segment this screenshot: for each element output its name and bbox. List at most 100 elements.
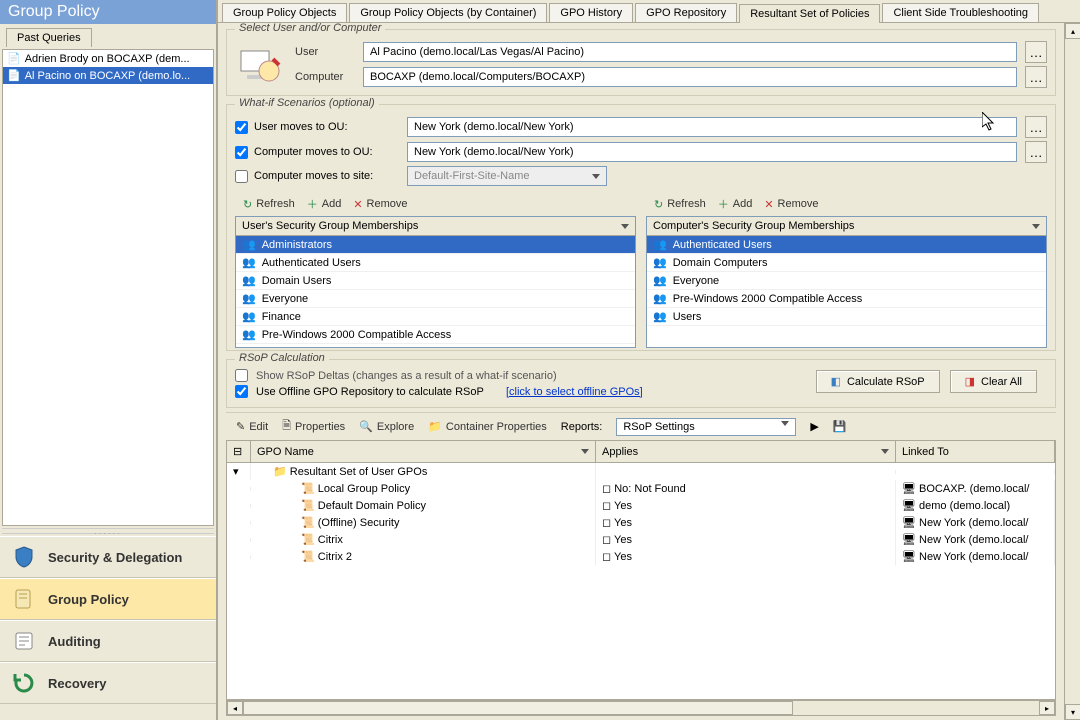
list-item[interactable]: 👥Everyone bbox=[236, 290, 635, 308]
select-offline-gpos-link[interactable]: [click to select offline GPOs] bbox=[506, 386, 643, 398]
refresh-icon: ↻ bbox=[243, 198, 252, 211]
list-item[interactable]: 👥Authenticated Users bbox=[236, 254, 635, 272]
user-membership-list[interactable]: User's Security Group Memberships 👥Admin… bbox=[235, 216, 636, 348]
list-item[interactable]: 👥Authenticated Users bbox=[647, 236, 1046, 254]
table-row[interactable]: 📜 Local Group Policy◻ No: Not Found🖥 BOC… bbox=[227, 480, 1055, 497]
clear-all-button[interactable]: ◨ Clear All bbox=[950, 370, 1037, 393]
reports-combo[interactable]: RSoP Settings bbox=[616, 418, 796, 436]
browse-user-button[interactable]: … bbox=[1025, 41, 1047, 63]
result-root-row[interactable]: ▾ 📁 Resultant Set of User GPOs bbox=[227, 463, 1055, 480]
applies-icon: ◻ bbox=[602, 551, 611, 563]
tab-gpo-by-container[interactable]: Group Policy Objects (by Container) bbox=[349, 3, 547, 22]
tab-client-troubleshoot[interactable]: Client Side Troubleshooting bbox=[882, 3, 1039, 22]
tab-gpo-repository[interactable]: GPO Repository bbox=[635, 3, 737, 22]
scroll-down-button[interactable]: ▾ bbox=[1065, 704, 1080, 720]
group-legend: Select User and/or Computer bbox=[235, 23, 385, 34]
query-item[interactable]: 📄 Al Pacino on BOCAXP (demo.lo... bbox=[3, 67, 213, 84]
user-moves-ou-field[interactable]: New York (demo.local/New York) bbox=[407, 117, 1017, 137]
nav-label: Auditing bbox=[48, 634, 101, 649]
group-icon: 👥 bbox=[242, 292, 256, 305]
splitter[interactable]: ······ bbox=[2, 528, 214, 534]
col-applies[interactable]: Applies bbox=[596, 441, 896, 462]
edit-button[interactable]: ✎Edit bbox=[236, 420, 268, 433]
list-item[interactable]: 👥Finance bbox=[236, 308, 635, 326]
list-item[interactable]: 👥Domain Users bbox=[236, 272, 635, 290]
results-grid[interactable]: ▾ 📁 Resultant Set of User GPOs 📜 Local G… bbox=[226, 463, 1056, 700]
select-user-computer-group: Select User and/or Computer User Al Paci… bbox=[226, 29, 1056, 96]
computer-moves-ou-checkbox[interactable]: Computer moves to OU: bbox=[235, 146, 399, 159]
list-item[interactable]: 👥Everyone bbox=[647, 272, 1046, 290]
checkbox[interactable] bbox=[235, 146, 248, 159]
add-button[interactable]: ＋Add bbox=[718, 196, 753, 212]
list-item[interactable]: 👥 Users bbox=[647, 308, 1046, 326]
list-item[interactable]: 👥Users bbox=[236, 344, 635, 347]
col-linked-to[interactable]: Linked To bbox=[896, 441, 1055, 462]
app-title: Group Policy bbox=[0, 0, 216, 24]
nav-group-policy[interactable]: Group Policy bbox=[0, 578, 216, 620]
user-moves-ou-checkbox[interactable]: User moves to OU: bbox=[235, 121, 399, 134]
table-row[interactable]: 📜 (Offline) Security◻ Yes🖥 New York (dem… bbox=[227, 514, 1055, 531]
refresh-button[interactable]: ↻Refresh bbox=[243, 198, 295, 211]
list-item[interactable]: 👥Administrators bbox=[236, 236, 635, 254]
horizontal-scrollbar[interactable]: ◂ ▸ bbox=[226, 700, 1056, 716]
chevron-down-icon bbox=[581, 449, 589, 454]
report-run-icon[interactable]: ▶ bbox=[810, 420, 818, 433]
past-queries-list[interactable]: 📄 Adrien Brody on BOCAXP (dem... 📄 Al Pa… bbox=[2, 49, 214, 526]
nav-label: Security & Delegation bbox=[48, 550, 182, 565]
chevron-down-icon[interactable] bbox=[621, 224, 629, 229]
remove-button[interactable]: ✕Remove bbox=[353, 198, 407, 211]
col-gpo-name[interactable]: GPO Name bbox=[251, 441, 596, 462]
browse-button[interactable]: … bbox=[1025, 116, 1047, 138]
item-label: Finance bbox=[262, 311, 301, 323]
browse-computer-button[interactable]: … bbox=[1025, 66, 1047, 88]
list-item[interactable]: 👥Pre-Windows 2000 Compatible Access bbox=[647, 290, 1046, 308]
calc-icon: ◧ bbox=[831, 375, 841, 388]
query-item[interactable]: 📄 Adrien Brody on BOCAXP (dem... bbox=[3, 50, 213, 67]
tab-gpo-objects[interactable]: Group Policy Objects bbox=[222, 3, 347, 22]
add-button[interactable]: ＋Add bbox=[307, 196, 342, 212]
computer-field[interactable]: BOCAXP (demo.local/Computers/BOCAXP) bbox=[363, 67, 1017, 87]
use-offline-checkbox[interactable] bbox=[235, 385, 248, 398]
explore-button[interactable]: 🔍Explore bbox=[359, 420, 414, 433]
computer-moves-ou-field[interactable]: New York (demo.local/New York) bbox=[407, 142, 1017, 162]
refresh-button[interactable]: ↻Refresh bbox=[654, 198, 706, 211]
show-deltas-checkbox[interactable] bbox=[235, 369, 248, 382]
checkbox-label: Use Offline GPO Repository to calculate … bbox=[256, 386, 484, 398]
computer-moves-site-checkbox[interactable]: Computer moves to site: bbox=[235, 170, 399, 183]
user-field[interactable]: Al Pacino (demo.local/Las Vegas/Al Pacin… bbox=[363, 42, 1017, 62]
tab-gpo-history[interactable]: GPO History bbox=[549, 3, 633, 22]
scroll-up-button[interactable]: ▴ bbox=[1065, 23, 1080, 39]
checkbox[interactable] bbox=[235, 170, 248, 183]
chevron-down-icon bbox=[781, 421, 789, 426]
calculate-rsop-button[interactable]: ◧ Calculate RSoP bbox=[816, 370, 940, 393]
tree-toggle-header[interactable]: ⊟ bbox=[227, 441, 251, 462]
item-label: Users bbox=[673, 311, 702, 323]
container-icon: 📁 bbox=[428, 420, 442, 433]
remove-button[interactable]: ✕Remove bbox=[764, 198, 818, 211]
group-icon: 👥 bbox=[653, 292, 667, 305]
nav-auditing[interactable]: Auditing bbox=[0, 620, 216, 662]
table-row[interactable]: 📜 Citrix◻ Yes🖥 New York (demo.local/ bbox=[227, 531, 1055, 548]
table-row[interactable]: 📜 Citrix 2◻ Yes🖥 New York (demo.local/ bbox=[227, 548, 1055, 565]
table-row[interactable]: 📜 Default Domain Policy◻ Yes🖥 demo (demo… bbox=[227, 497, 1055, 514]
scroll-right-button[interactable]: ▸ bbox=[1039, 701, 1055, 715]
list-item[interactable]: 👥Domain Computers bbox=[647, 254, 1046, 272]
tab-rsop[interactable]: Resultant Set of Policies bbox=[739, 4, 880, 23]
list-item[interactable]: 👥Pre-Windows 2000 Compatible Access bbox=[236, 326, 635, 344]
item-label: Authenticated Users bbox=[262, 257, 361, 269]
item-label: Domain Computers bbox=[673, 257, 768, 269]
checkbox[interactable] bbox=[235, 121, 248, 134]
past-queries-tab[interactable]: Past Queries bbox=[6, 28, 92, 47]
browse-button[interactable]: … bbox=[1025, 141, 1047, 163]
scroll-left-button[interactable]: ◂ bbox=[227, 701, 243, 715]
vertical-scrollbar[interactable]: ▴ ▾ bbox=[1064, 23, 1080, 720]
properties-button[interactable]: 🗎Properties bbox=[282, 417, 345, 436]
report-export-icon[interactable]: 💾 bbox=[833, 420, 847, 433]
nav-security-delegation[interactable]: Security & Delegation bbox=[0, 536, 216, 578]
scroll-thumb[interactable] bbox=[243, 701, 793, 715]
computer-membership-list[interactable]: Computer's Security Group Memberships 👥A… bbox=[646, 216, 1047, 348]
chevron-down-icon[interactable] bbox=[1032, 224, 1040, 229]
nav-recovery[interactable]: Recovery bbox=[0, 662, 216, 704]
group-icon: 👥 bbox=[653, 310, 667, 323]
container-properties-button[interactable]: 📁Container Properties bbox=[428, 420, 547, 433]
